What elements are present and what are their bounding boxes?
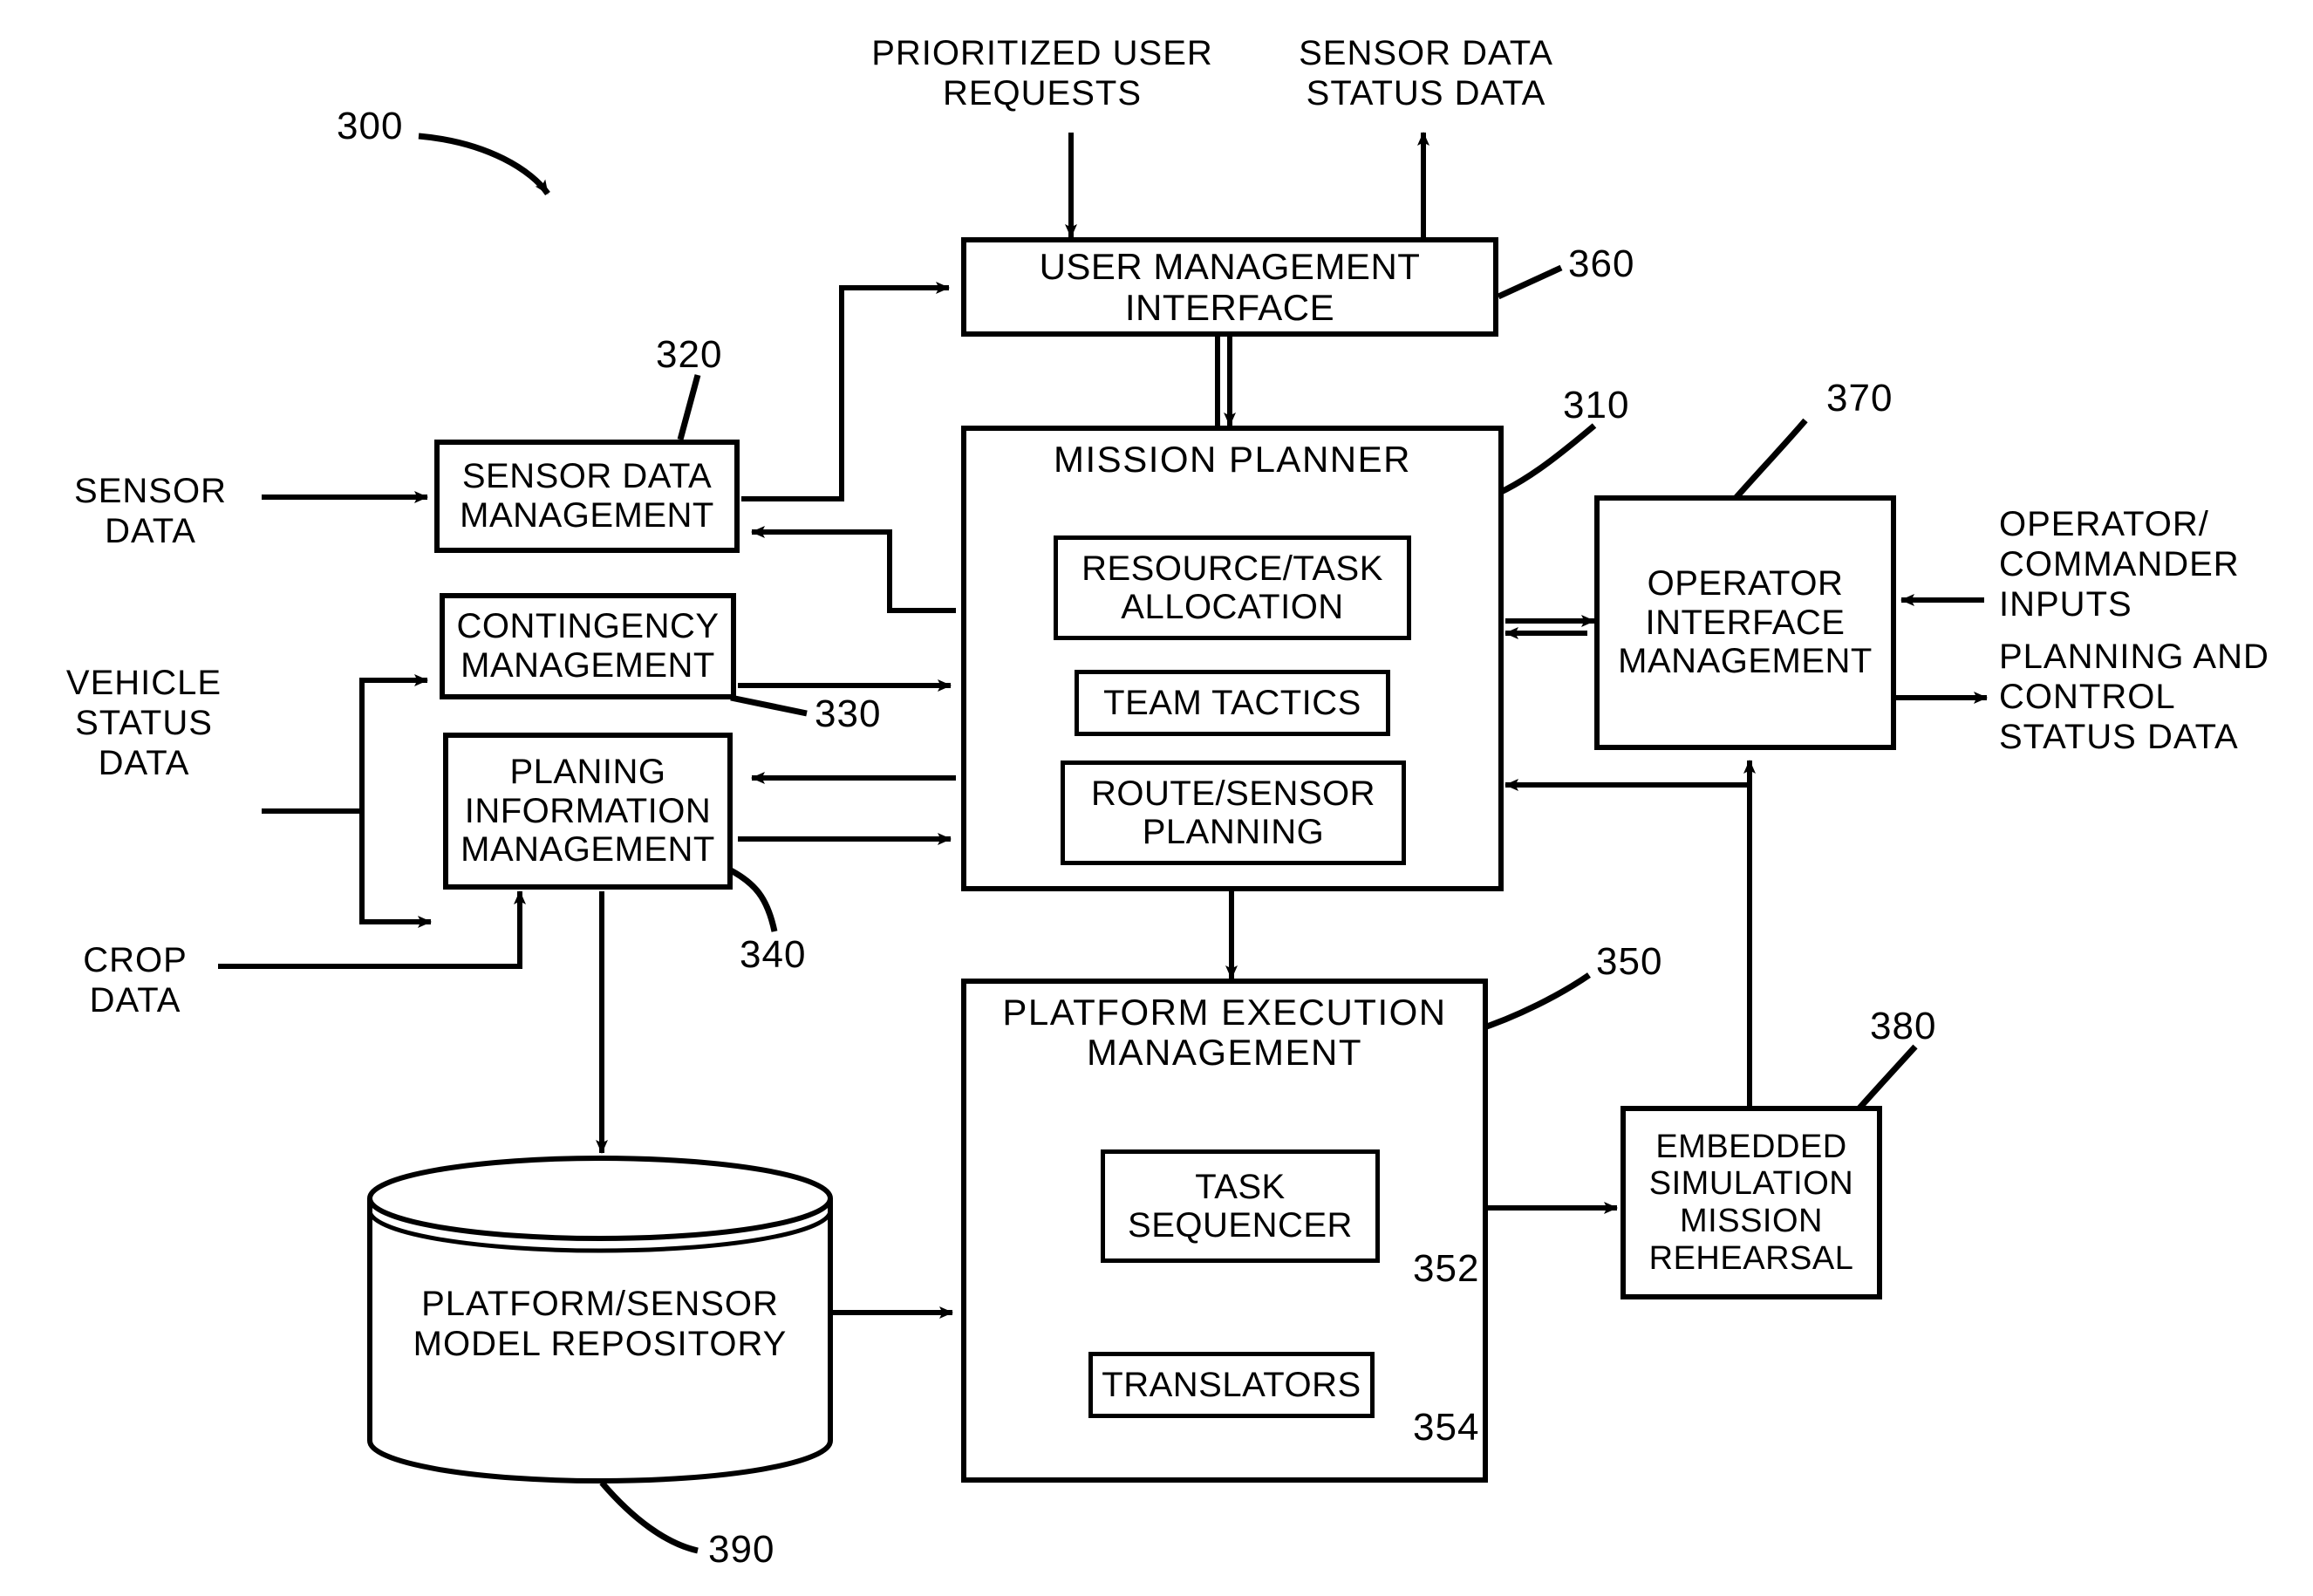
- block-label-mission-planner: MISSION PLANNER: [1054, 439, 1411, 480]
- ref-350: 350: [1596, 940, 1663, 983]
- block-user-management-interface[interactable]: USER MANAGEMENT INTERFACE: [961, 237, 1498, 337]
- block-embedded-simulation-mission-rehearsal[interactable]: EMBEDDED SIMULATION MISSION REHEARSAL: [1620, 1106, 1882, 1299]
- label-vehicle-status-data: VEHICLE STATUS DATA: [65, 664, 222, 782]
- block-label-route-sensor-planning: ROUTE/SENSOR PLANNING: [1090, 774, 1376, 851]
- block-label-planing-information-management: PLANING INFORMATION MANAGEMENT: [461, 752, 715, 870]
- block-label-task-sequencer: TASK SEQUENCER: [1128, 1168, 1353, 1245]
- block-route-sensor-planning[interactable]: ROUTE/SENSOR PLANNING: [1061, 760, 1406, 865]
- block-label-contingency-management: CONTINGENCY MANAGEMENT: [456, 607, 720, 685]
- block-label-translators: TRANSLATORS: [1102, 1366, 1361, 1404]
- label-operator-commander-inputs: OPERATOR/ COMMANDER INPUTS: [1999, 505, 2240, 624]
- ref-360: 360: [1568, 242, 1635, 285]
- label-planning-and-control-status-data: PLANNING AND CONTROL STATUS DATA: [1999, 638, 2269, 756]
- ref-310: 310: [1563, 384, 1630, 426]
- block-planing-information-management[interactable]: PLANING INFORMATION MANAGEMENT: [443, 733, 733, 890]
- block-label-platform-execution-management: PLATFORM EXECUTION MANAGEMENT: [1002, 992, 1447, 1074]
- figure-canvas: 300 PRIORITIZED USER REQUESTS SENSOR DAT…: [0, 0, 2313, 1596]
- figure-ref-300: 300: [337, 105, 404, 147]
- block-label-embedded-simulation-mission-rehearsal: EMBEDDED SIMULATION MISSION REHEARSAL: [1648, 1128, 1854, 1277]
- block-label-operator-interface-management: OPERATOR INTERFACE MANAGEMENT: [1618, 563, 1873, 681]
- ref-370: 370: [1826, 377, 1893, 419]
- ref-390: 390: [708, 1528, 775, 1571]
- label-prioritized-user-requests: PRIORITIZED USER REQUESTS: [871, 34, 1213, 113]
- block-label-sensor-data-management: SENSOR DATA MANAGEMENT: [460, 457, 714, 535]
- block-contingency-management[interactable]: CONTINGENCY MANAGEMENT: [440, 593, 736, 699]
- block-platform-sensor-model-repository[interactable]: PLATFORM/SENSOR MODEL REPOSITORY: [365, 1153, 836, 1486]
- block-team-tactics[interactable]: TEAM TACTICS: [1075, 670, 1390, 736]
- label-sensor-data: SENSOR DATA: [74, 472, 227, 550]
- block-sensor-data-management[interactable]: SENSOR DATA MANAGEMENT: [434, 440, 740, 553]
- block-label-team-tactics: TEAM TACTICS: [1103, 684, 1361, 722]
- ref-354: 354: [1413, 1406, 1480, 1449]
- label-sensor-data-status-data: SENSOR DATA STATUS DATA: [1299, 34, 1553, 113]
- ref-320: 320: [656, 333, 723, 376]
- ref-340: 340: [740, 933, 807, 976]
- block-label-resource-task-allocation: RESOURCE/TASK ALLOCATION: [1081, 549, 1383, 626]
- block-resource-task-allocation[interactable]: RESOURCE/TASK ALLOCATION: [1054, 535, 1411, 640]
- block-label-user-management-interface: USER MANAGEMENT INTERFACE: [1039, 245, 1421, 328]
- ref-352: 352: [1413, 1247, 1480, 1290]
- block-translators[interactable]: TRANSLATORS: [1088, 1352, 1375, 1418]
- ref-330: 330: [815, 692, 882, 735]
- block-task-sequencer[interactable]: TASK SEQUENCER: [1101, 1149, 1380, 1263]
- label-crop-data: CROP DATA: [83, 941, 188, 1020]
- ref-380: 380: [1870, 1005, 1937, 1047]
- block-operator-interface-management[interactable]: OPERATOR INTERFACE MANAGEMENT: [1594, 495, 1896, 750]
- block-label-platform-sensor-model-repository: PLATFORM/SENSOR MODEL REPOSITORY: [413, 1285, 788, 1363]
